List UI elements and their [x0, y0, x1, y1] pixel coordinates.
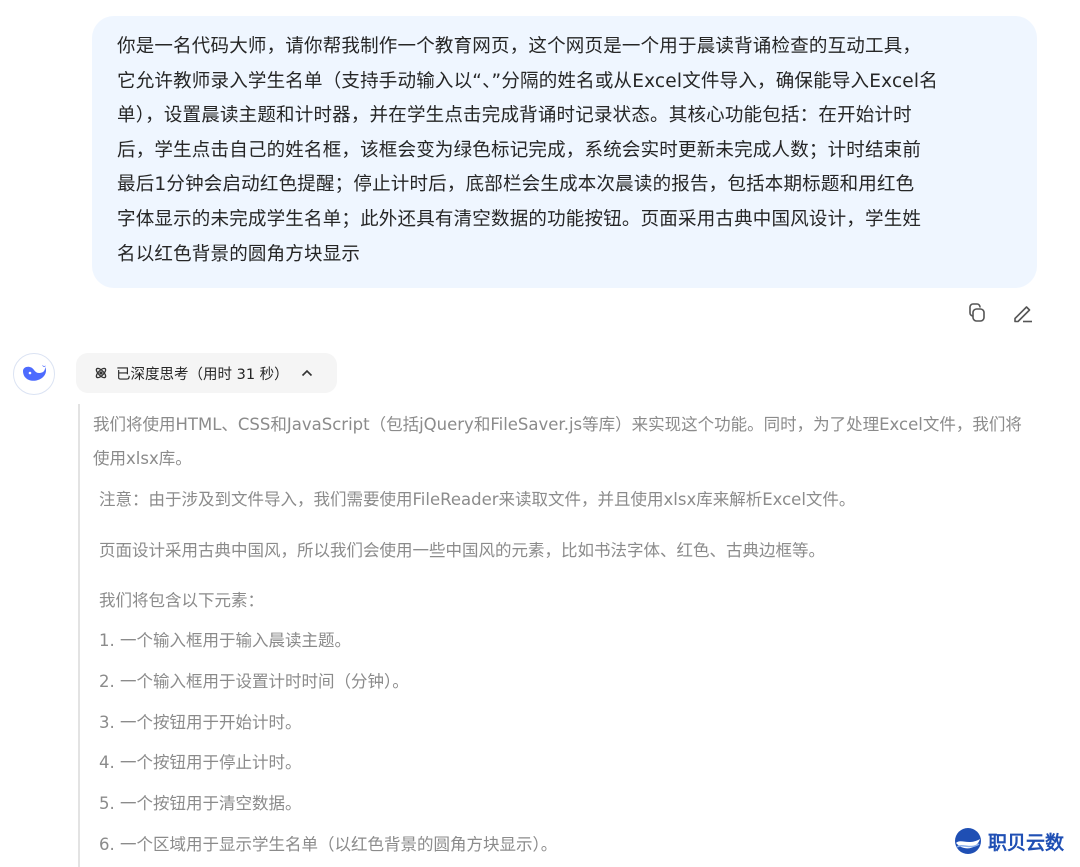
watermark: 职贝云数	[952, 826, 1064, 856]
thinking-list-item: 3. 一个按钮用于开始计时。	[99, 713, 302, 732]
thinking-list-item: 6. 一个区域用于显示学生名单（以红色背景的圆角方块显示）。	[99, 835, 558, 854]
thinking-paragraph: 我们将使用HTML、CSS和JavaScript（包括jQuery和FileSa…	[93, 415, 1022, 468]
watermark-logo-icon	[955, 828, 981, 854]
thinking-paragraph: 注意：由于涉及到文件导入，我们需要使用FileReader来读取文件，并且使用x…	[99, 490, 856, 509]
thinking-content: 我们将使用HTML、CSS和JavaScript（包括jQuery和FileSa…	[78, 404, 1038, 867]
thinking-paragraph: 我们将包含以下元素：	[99, 591, 264, 610]
user-message-line: 名以红色背景的圆角方块显示	[117, 243, 361, 265]
user-message-line: 它允许教师录入学生名单（支持手动输入以“、”分隔的姓名或从Excel文件导入，确…	[117, 70, 938, 92]
chevron-up-icon	[301, 369, 313, 377]
user-message-line: 后，学生点击自己的姓名框，该框会变为绿色标记完成，系统会实时更新未完成人数；计时…	[117, 139, 922, 161]
whale-logo-icon	[23, 365, 47, 381]
user-message-line: 你是一名代码大师，请你帮我制作一个教育网页，这个网页是一个用于晨读背诵检查的互动…	[117, 36, 922, 57]
user-message-line: 最后1分钟会启动红色提醒；停止计时后，底部栏会生成本次晨读的报告，包括本期标题和…	[117, 174, 915, 196]
thinking-paragraph: 页面设计采用古典中国风，所以我们会使用一些中国风的元素，比如书法字体、红色、古典…	[99, 541, 825, 560]
user-message-line: 单），设置晨读主题和计时器，并在学生点击完成背诵时记录状态。其核心功能包括：在开…	[117, 105, 912, 127]
copy-button[interactable]	[965, 300, 989, 326]
user-message-bubble: 你是一名代码大师，请你帮我制作一个教育网页，这个网页是一个用于晨读背诵检查的互动…	[92, 16, 1037, 288]
edit-icon	[1014, 306, 1032, 323]
deep-thinking-label: 已深度思考（用时 31 秒）	[116, 366, 289, 383]
thinking-list-item: 4. 一个按钮用于停止计时。	[99, 753, 302, 772]
message-actions	[965, 300, 1035, 326]
edit-button[interactable]	[1011, 300, 1035, 326]
thinking-list-item: 5. 一个按钮用于清空数据。	[99, 794, 302, 813]
atom-icon	[94, 366, 108, 380]
thinking-list-item: 1. 一个输入框用于输入晨读主题。	[99, 631, 351, 650]
assistant-avatar	[13, 353, 55, 395]
thinking-list-item: 2. 一个输入框用于设置计时时间（分钟）。	[99, 672, 409, 691]
copy-icon	[969, 303, 985, 322]
user-message-line: 字体显示的未完成学生名单；此外还具有清空数据的功能按钮。页面采用古典中国风设计，…	[117, 208, 922, 230]
deep-thinking-toggle[interactable]: 已深度思考（用时 31 秒）	[76, 353, 337, 393]
watermark-text: 职贝云数	[988, 831, 1065, 854]
